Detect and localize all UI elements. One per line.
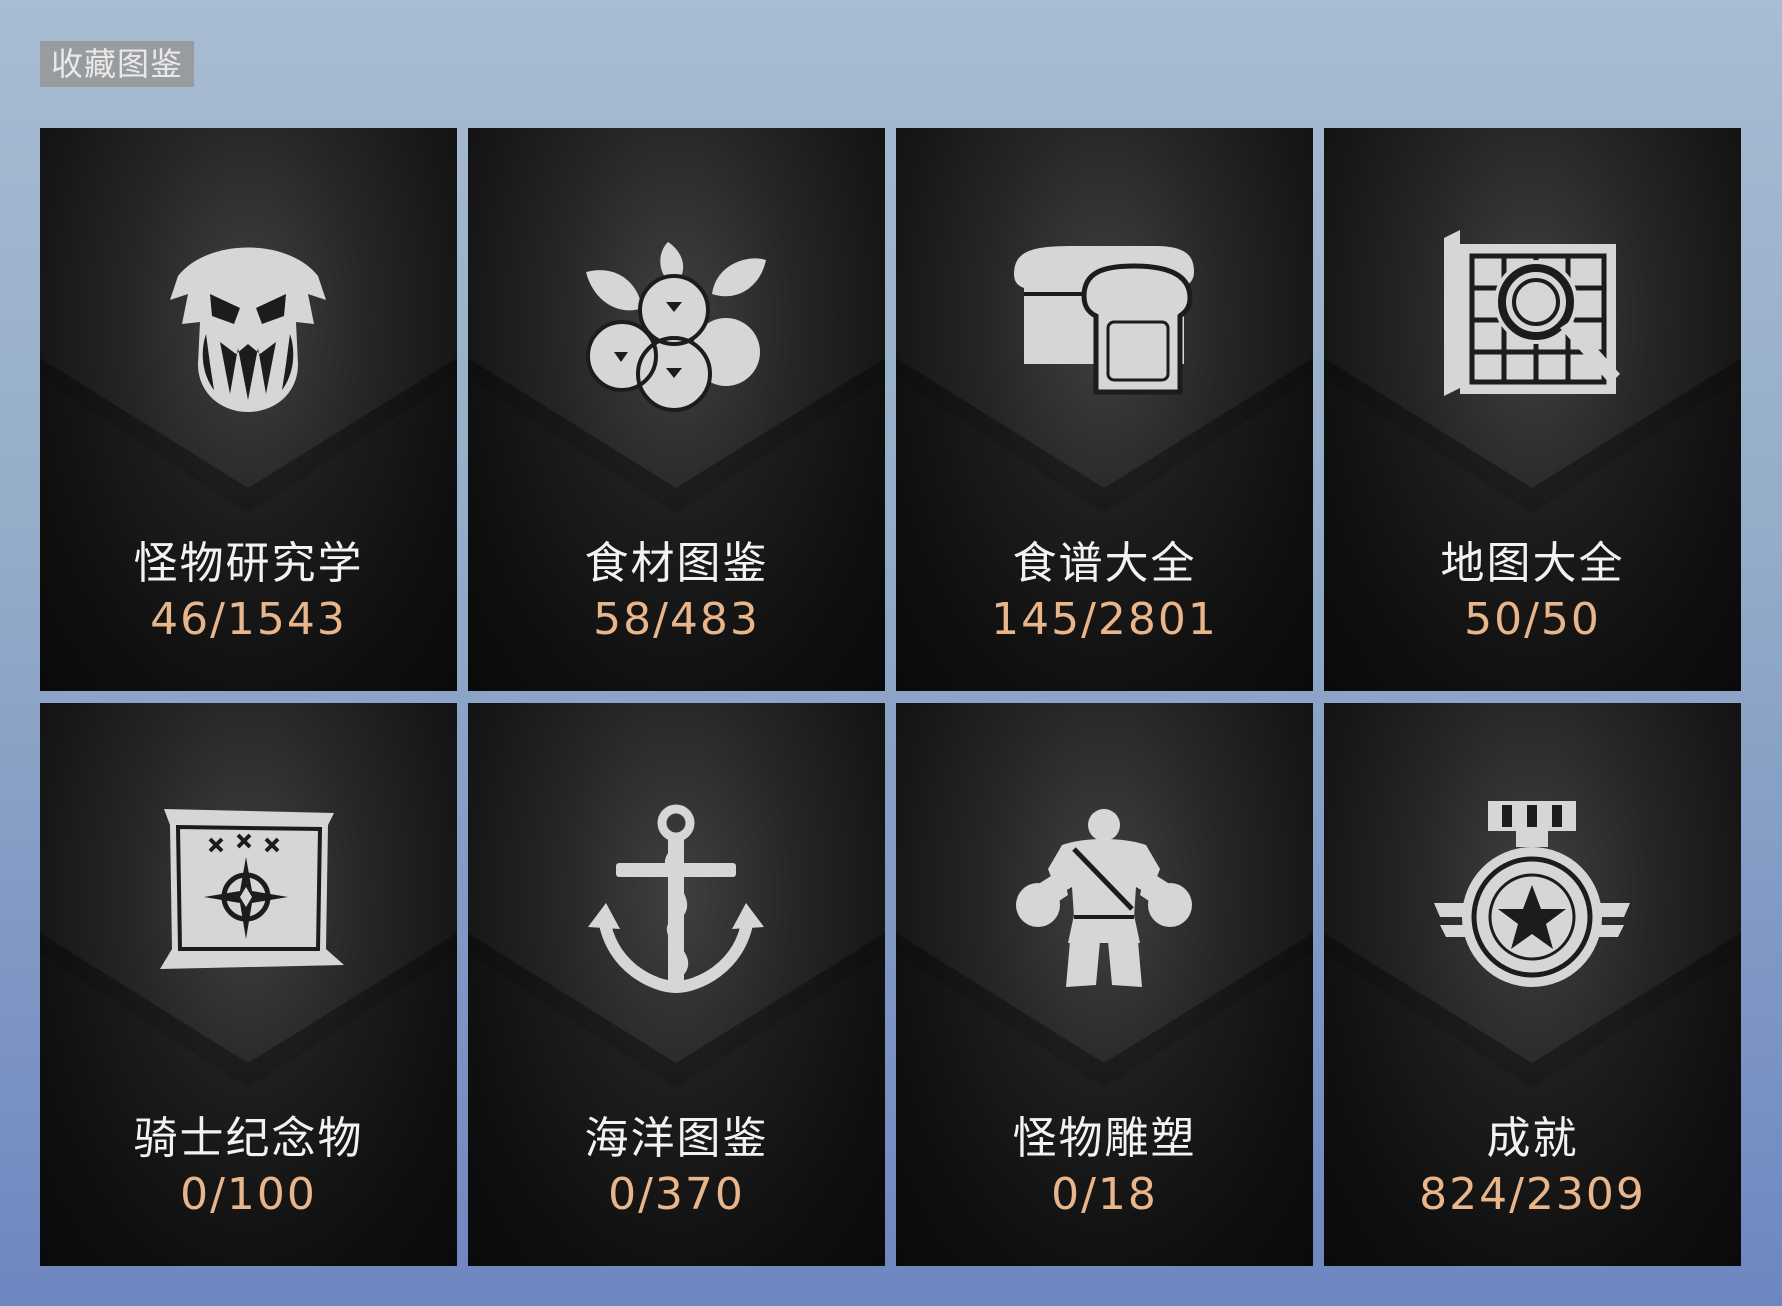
- berries-icon: [586, 242, 766, 412]
- card-knight-memorabilia[interactable]: 骑士纪念物 0/100: [40, 703, 457, 1266]
- card-title: 怪物雕塑: [1012, 1113, 1197, 1164]
- medal-icon: [1434, 801, 1630, 987]
- card-title: 海洋图鉴: [584, 1113, 769, 1164]
- card-monster-sculptures[interactable]: 怪物雕塑 0/18: [896, 703, 1313, 1266]
- card-title: 地图大全: [1440, 538, 1625, 589]
- card-title: 成就: [1486, 1113, 1579, 1164]
- card-title: 怪物研究学: [133, 538, 364, 589]
- bread-icon: [1014, 246, 1194, 395]
- card-count: 50/50: [1464, 594, 1601, 645]
- card-count: 46/1543: [150, 594, 347, 645]
- card-title: 食材图鉴: [584, 538, 769, 589]
- card-count: 0/370: [608, 1169, 745, 1220]
- card-ingredients[interactable]: 食材图鉴 58/483: [468, 128, 885, 691]
- anchor-icon: [588, 804, 764, 994]
- card-count: 0/18: [1051, 1169, 1158, 1220]
- card-ocean[interactable]: 海洋图鉴 0/370: [468, 703, 885, 1266]
- collection-grid: 怪物研究学 46/1543 食材图鉴 58/483 食谱大全 145/2801 …: [40, 128, 1742, 1266]
- monster-skull-icon: [170, 247, 326, 412]
- card-count: 145/2801: [991, 594, 1218, 645]
- page-title: 收藏图鉴: [40, 41, 194, 87]
- map-magnifier-icon: [1444, 230, 1620, 396]
- scroll-compass-icon: [160, 809, 344, 969]
- card-count: 58/483: [593, 594, 760, 645]
- card-recipes[interactable]: 食谱大全 145/2801: [896, 128, 1313, 691]
- card-title: 食谱大全: [1012, 538, 1197, 589]
- card-monster-research[interactable]: 怪物研究学 46/1543: [40, 128, 457, 691]
- card-title: 骑士纪念物: [133, 1113, 364, 1164]
- card-count: 0/100: [180, 1169, 317, 1220]
- brute-statue-icon: [1016, 809, 1192, 987]
- card-maps[interactable]: 地图大全 50/50: [1324, 128, 1741, 691]
- card-count: 824/2309: [1419, 1169, 1646, 1220]
- card-achievements[interactable]: 成就 824/2309: [1324, 703, 1741, 1266]
